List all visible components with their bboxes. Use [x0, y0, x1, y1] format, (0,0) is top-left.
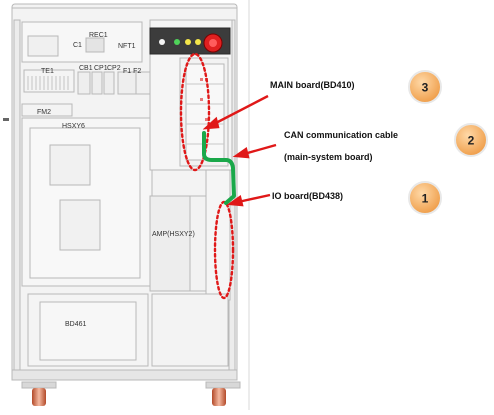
label-rec1: REC1: [89, 32, 108, 39]
diagram-stage: REC1 C1 NFT1 TE1 CB1 CP1 CP2 F1 F2 FM2 H…: [0, 0, 494, 410]
cabinet-diagram: REC1 C1 NFT1 TE1 CB1 CP1 CP2 F1 F2 FM2 H…: [3, 0, 488, 410]
label-bd461: BD461: [65, 321, 87, 328]
caster-left: [32, 388, 46, 406]
label-hsxy6: HSXY6: [62, 123, 85, 130]
badge-3-number: 3: [422, 81, 429, 95]
number-badges: 3 2 1: [408, 70, 488, 215]
badge-2-number: 2: [468, 134, 475, 148]
caster-right: [212, 388, 226, 406]
label-f1f2: F1 F2: [123, 68, 141, 75]
callout-main-board-text: MAIN board(BD410): [270, 80, 355, 90]
label-nft1: NFT1: [118, 43, 136, 50]
cabinet: [11, 3, 238, 381]
label-cp2: CP2: [107, 65, 121, 72]
label-cp1: CP1: [94, 65, 108, 72]
label-cb1: CB1: [79, 65, 93, 72]
callout-can-cable-subtext: (main-system board): [284, 152, 373, 162]
arrow-io-board: [237, 193, 271, 204]
label-c1: C1: [73, 42, 82, 49]
label-te1: TE1: [41, 68, 54, 75]
badge-1-number: 1: [422, 192, 429, 206]
casters: [21, 381, 241, 406]
side-marker: [3, 118, 9, 121]
label-fm2: FM2: [37, 109, 51, 116]
callout-io-board-text: IO board(BD438): [272, 191, 343, 201]
arrow-head: [232, 147, 250, 159]
label-amp: AMP(HSXY2): [152, 231, 195, 238]
callout-can-cable-text: CAN communication cable: [284, 130, 398, 140]
